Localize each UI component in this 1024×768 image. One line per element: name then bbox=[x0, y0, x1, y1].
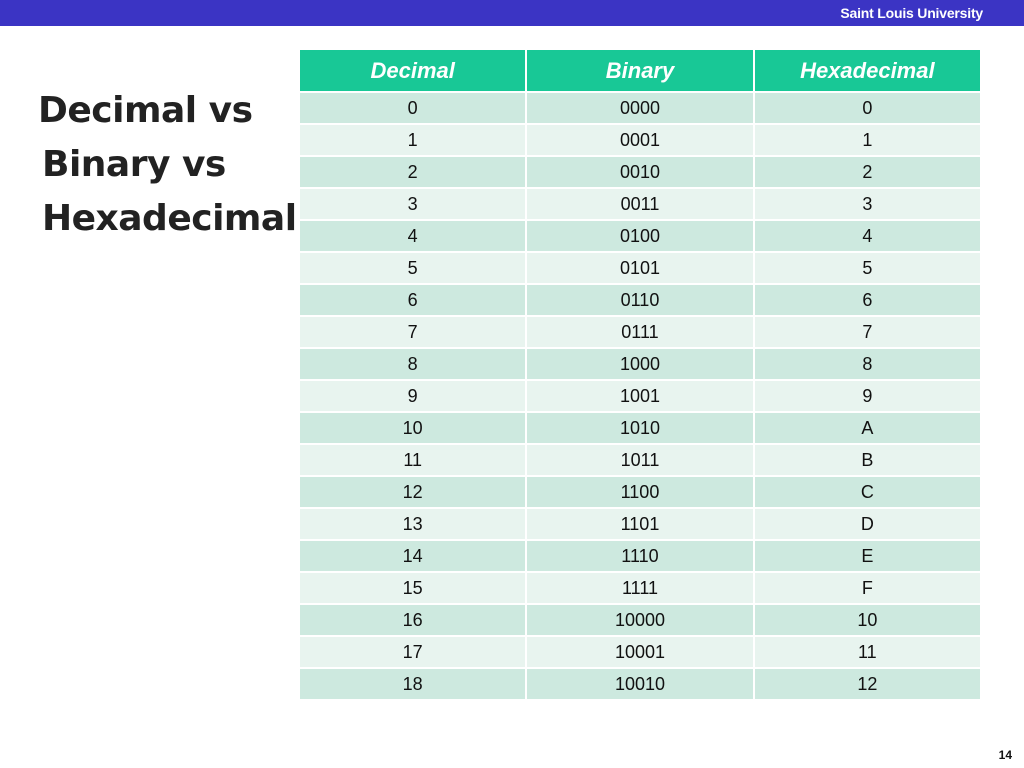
table-row: 13 1101 D bbox=[297, 507, 983, 541]
table-row: 14 1110 E bbox=[297, 539, 983, 573]
binary-cell: 0101 bbox=[525, 251, 755, 285]
hexadecimal-cell: 11 bbox=[752, 635, 983, 669]
table-row: 16 10000 10 bbox=[297, 603, 983, 637]
hexadecimal-cell: 7 bbox=[752, 315, 983, 349]
table-row: 17 10001 11 bbox=[297, 635, 983, 669]
decimal-cell: 12 bbox=[297, 475, 528, 509]
hexadecimal-cell: 9 bbox=[752, 379, 983, 413]
binary-cell: 10000 bbox=[525, 603, 755, 637]
table-row: 0 0000 0 bbox=[297, 91, 983, 125]
hexadecimal-cell: A bbox=[752, 411, 983, 445]
table-body: 0 0000 0 1 0001 1 2 0010 2 3 0011 3 4 0100 4 5 0101 5 6 011… bbox=[297, 91, 983, 701]
table-row: 10 1010 A bbox=[297, 411, 983, 445]
header-bar: Saint Louis University bbox=[0, 0, 1024, 26]
hexadecimal-cell: 3 bbox=[752, 187, 983, 221]
hexadecimal-cell: B bbox=[752, 443, 983, 477]
binary-cell: 1100 bbox=[525, 475, 755, 509]
table-row: 18 10010 12 bbox=[297, 667, 983, 701]
column-header-hexadecimal: Hexadecimal bbox=[752, 48, 983, 93]
slide-title: Decimal vs Binary vs Hexadecimal bbox=[38, 84, 298, 246]
table-row: 1 0001 1 bbox=[297, 123, 983, 157]
table-header-row: Decimal Binary Hexadecimal bbox=[297, 48, 983, 93]
column-header-decimal: Decimal bbox=[297, 48, 528, 93]
title-line-3: Hexadecimal bbox=[42, 198, 297, 239]
table-row: 3 0011 3 bbox=[297, 187, 983, 221]
binary-cell: 1101 bbox=[525, 507, 755, 541]
hexadecimal-cell: C bbox=[752, 475, 983, 509]
decimal-cell: 13 bbox=[297, 507, 528, 541]
table-row: 12 1100 C bbox=[297, 475, 983, 509]
hexadecimal-cell: D bbox=[752, 507, 983, 541]
table-row: 8 1000 8 bbox=[297, 347, 983, 381]
decimal-cell: 6 bbox=[297, 283, 528, 317]
table-row: 7 0111 7 bbox=[297, 315, 983, 349]
binary-cell: 0000 bbox=[525, 91, 755, 125]
conversion-table: Decimal Binary Hexadecimal 0 0000 0 1 0001 1 2… bbox=[297, 48, 983, 701]
decimal-cell: 5 bbox=[297, 251, 528, 285]
binary-cell: 1111 bbox=[525, 571, 755, 605]
binary-cell: 0010 bbox=[525, 155, 755, 189]
hexadecimal-cell: 2 bbox=[752, 155, 983, 189]
hexadecimal-cell: 0 bbox=[752, 91, 983, 125]
table-row: 9 1001 9 bbox=[297, 379, 983, 413]
page-number: 14 bbox=[998, 748, 1012, 762]
table-row: 11 1011 B bbox=[297, 443, 983, 477]
hexadecimal-cell: E bbox=[752, 539, 983, 573]
decimal-cell: 17 bbox=[297, 635, 528, 669]
binary-cell: 0100 bbox=[525, 219, 755, 253]
hexadecimal-cell: 6 bbox=[752, 283, 983, 317]
decimal-cell: 9 bbox=[297, 379, 528, 413]
table-row: 4 0100 4 bbox=[297, 219, 983, 253]
hexadecimal-cell: 8 bbox=[752, 347, 983, 381]
decimal-cell: 4 bbox=[297, 219, 528, 253]
decimal-cell: 10 bbox=[297, 411, 528, 445]
decimal-cell: 15 bbox=[297, 571, 528, 605]
table-row: 2 0010 2 bbox=[297, 155, 983, 189]
hexadecimal-cell: 1 bbox=[752, 123, 983, 157]
hexadecimal-cell: 10 bbox=[752, 603, 983, 637]
binary-cell: 0110 bbox=[525, 283, 755, 317]
binary-cell: 0001 bbox=[525, 123, 755, 157]
decimal-cell: 3 bbox=[297, 187, 528, 221]
decimal-cell: 14 bbox=[297, 539, 528, 573]
binary-cell: 1110 bbox=[525, 539, 755, 573]
title-line-2: Binary vs bbox=[42, 144, 226, 185]
column-header-binary: Binary bbox=[525, 48, 755, 93]
university-name: Saint Louis University bbox=[840, 5, 983, 21]
decimal-cell: 2 bbox=[297, 155, 528, 189]
binary-cell: 0011 bbox=[525, 187, 755, 221]
hexadecimal-cell: 4 bbox=[752, 219, 983, 253]
decimal-cell: 7 bbox=[297, 315, 528, 349]
hexadecimal-cell: F bbox=[752, 571, 983, 605]
decimal-cell: 18 bbox=[297, 667, 528, 701]
decimal-cell: 11 bbox=[297, 443, 528, 477]
table-row: 15 1111 F bbox=[297, 571, 983, 605]
binary-cell: 10001 bbox=[525, 635, 755, 669]
binary-cell: 10010 bbox=[525, 667, 755, 701]
table-row: 6 0110 6 bbox=[297, 283, 983, 317]
binary-cell: 1010 bbox=[525, 411, 755, 445]
decimal-cell: 1 bbox=[297, 123, 528, 157]
binary-cell: 0111 bbox=[525, 315, 755, 349]
table-row: 5 0101 5 bbox=[297, 251, 983, 285]
decimal-cell: 8 bbox=[297, 347, 528, 381]
decimal-cell: 0 bbox=[297, 91, 528, 125]
hexadecimal-cell: 12 bbox=[752, 667, 983, 701]
title-line-1: Decimal vs bbox=[38, 90, 253, 131]
hexadecimal-cell: 5 bbox=[752, 251, 983, 285]
decimal-cell: 16 bbox=[297, 603, 528, 637]
binary-cell: 1001 bbox=[525, 379, 755, 413]
binary-cell: 1000 bbox=[525, 347, 755, 381]
binary-cell: 1011 bbox=[525, 443, 755, 477]
